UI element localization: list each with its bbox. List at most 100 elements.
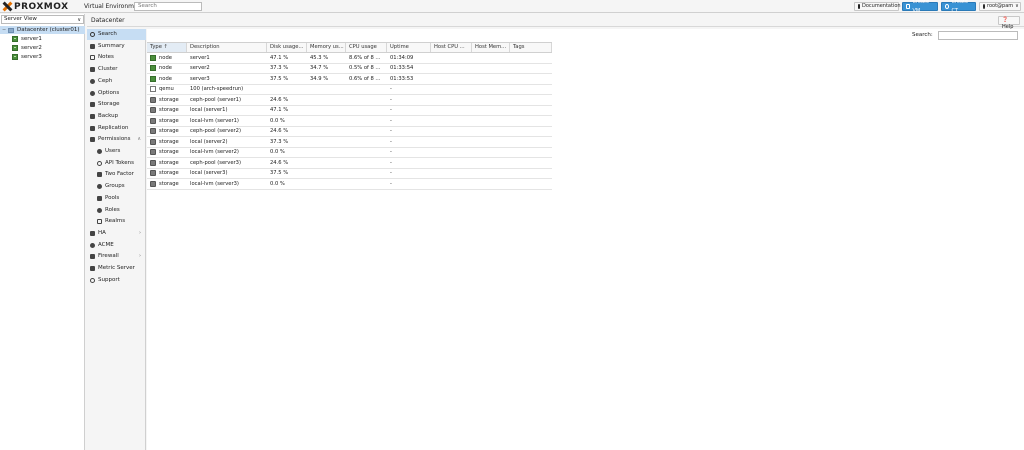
- menu-item-support[interactable]: Support: [87, 275, 146, 286]
- table-row[interactable]: node server1 47.1 % 45.3 % 8.6% of 8 ... 01:3…: [147, 53, 552, 64]
- table-row[interactable]: storage ceph-pool (server3) 24.6 % -: [147, 158, 552, 169]
- tree-item-datacenter[interactable]: − Datacenter (cluster01): [0, 26, 85, 34]
- column-header-uptime[interactable]: Uptime: [387, 43, 431, 52]
- uptime-cell: 01:33:53: [390, 75, 414, 82]
- table-row[interactable]: storage local-lvm (server3) 0.0 % -: [147, 179, 552, 190]
- menu-item-backup[interactable]: Backup: [87, 111, 146, 122]
- menu-item-api-tokens[interactable]: API Tokens: [87, 158, 146, 169]
- table-row[interactable]: storage local (server2) 37.3 % -: [147, 137, 552, 148]
- memory-usage-cell: [307, 179, 346, 189]
- disk-usage-cell: 37.3 %: [270, 138, 289, 145]
- disk-usage-cell: 47.1 %: [270, 107, 289, 114]
- menu-item-options[interactable]: Options: [87, 88, 146, 99]
- resource-search-input[interactable]: [938, 31, 1018, 40]
- documentation-label: Documentation: [862, 3, 901, 9]
- menu-item-search[interactable]: Search: [87, 29, 146, 40]
- column-header-host-cpu[interactable]: Host CPU ...: [431, 43, 472, 52]
- create-ct-button[interactable]: Create CT: [941, 0, 976, 14]
- column-header-memory-usage[interactable]: Memory us...: [307, 43, 346, 52]
- type-label: storage: [159, 117, 179, 124]
- menu-item-label: Cluster: [98, 66, 118, 73]
- column-header-tags[interactable]: Tags: [510, 43, 552, 52]
- host-memory-cell: [472, 53, 510, 63]
- search-icon: [90, 32, 95, 37]
- uptime-cell: 01:33:54: [390, 65, 414, 72]
- proxmox-x-icon: [2, 1, 13, 12]
- cluster-icon: [90, 67, 95, 73]
- chevron-down-icon: ∨: [1015, 3, 1019, 9]
- table-row[interactable]: storage local-lvm (server1) 0.0 % -: [147, 116, 552, 127]
- description-cell: ceph-pool (server2): [190, 128, 241, 135]
- column-header-cpu-usage[interactable]: CPU usage: [346, 43, 387, 52]
- tags-cell: [510, 158, 552, 168]
- menu-item-label: Roles: [105, 206, 120, 213]
- tree-item-server2[interactable]: server2: [12, 44, 82, 52]
- type-cell: storage: [147, 127, 187, 137]
- menu-item-cluster[interactable]: Cluster: [87, 64, 146, 75]
- menu-item-storage[interactable]: Storage: [87, 99, 146, 110]
- menu-item-roles[interactable]: Roles: [87, 205, 146, 216]
- cpu-usage-cell: [346, 169, 387, 179]
- menu-item-replication[interactable]: Replication: [87, 123, 146, 134]
- table-row[interactable]: storage local-lvm (server2) 0.0 % -: [147, 148, 552, 158]
- uptime-cell: 01:34:09: [390, 54, 414, 61]
- menu-item-firewall[interactable]: Firewall ›: [87, 251, 146, 262]
- table-row[interactable]: storage ceph-pool (server2) 24.6 % -: [147, 127, 552, 137]
- menu-item-groups[interactable]: Groups: [87, 181, 146, 192]
- host-memory-cell: [472, 64, 510, 74]
- ceph-icon: [90, 78, 95, 84]
- menu-item-metric-server[interactable]: Metric Server: [87, 263, 146, 274]
- menu-item-realms[interactable]: Realms: [87, 216, 146, 227]
- table-row[interactable]: storage local (server3) 37.5 % -: [147, 169, 552, 179]
- table-row[interactable]: storage ceph-pool (server1) 24.6 % -: [147, 95, 552, 106]
- column-header-type[interactable]: Type ↑: [147, 43, 187, 52]
- table-row[interactable]: node server3 37.5 % 34.9 % 0.6% of 8 ... 01:3…: [147, 74, 552, 85]
- description-cell: server1: [190, 54, 210, 61]
- menu-item-ha[interactable]: HA ›: [87, 228, 146, 239]
- user-label: root@pam: [987, 3, 1014, 9]
- bar-chart-icon: [90, 266, 95, 271]
- menu-item-two-factor[interactable]: Two Factor: [87, 169, 146, 180]
- documentation-button[interactable]: Documentation: [854, 2, 901, 11]
- menu-item-summary[interactable]: Summary: [87, 41, 146, 52]
- tree-item-server3[interactable]: server3: [12, 53, 82, 61]
- database-icon: [90, 102, 95, 108]
- host-cpu-cell: [431, 106, 472, 116]
- storage-icon: [150, 170, 156, 177]
- host-memory-cell: [472, 116, 510, 126]
- table-row[interactable]: storage local (server1) 47.1 % -: [147, 106, 552, 116]
- tags-cell: [510, 95, 552, 105]
- storage-icon: [150, 180, 156, 187]
- create-vm-button[interactable]: Create VM: [902, 0, 938, 14]
- menu-item-permissions[interactable]: Permissions ∧: [87, 134, 146, 145]
- menu-item-label: Ceph: [98, 77, 113, 84]
- grid-body: node server1 47.1 % 45.3 % 8.6% of 8 ... 01:3…: [147, 53, 552, 190]
- table-row[interactable]: node server2 37.3 % 34.7 % 0.5% of 8 ... 01:3…: [147, 64, 552, 74]
- description-cell: ceph-pool (server3): [190, 159, 241, 166]
- chevron-right-icon: ›: [139, 253, 141, 260]
- server-view-select[interactable]: Server View ∨: [1, 15, 84, 24]
- menu-item-label: HA: [98, 229, 106, 236]
- column-header-host-memory[interactable]: Host Mem...: [472, 43, 510, 52]
- menu-item-acme[interactable]: ACME: [87, 240, 146, 251]
- resource-grid: Type ↑ Description Disk usage... Memory …: [147, 42, 552, 190]
- tree-item-server1[interactable]: server1: [12, 35, 82, 43]
- gear-icon: [90, 90, 95, 96]
- tags-cell: [510, 116, 552, 126]
- tree-node-label: server3: [21, 54, 42, 60]
- global-search-input[interactable]: Search: [134, 2, 202, 11]
- type-cell: storage: [147, 158, 187, 168]
- logo-text: PROXMOX: [14, 1, 69, 12]
- column-header-description[interactable]: Description: [187, 43, 267, 52]
- proxmox-logo[interactable]: PROXMOX: [2, 1, 69, 12]
- host-cpu-cell: [431, 148, 472, 158]
- menu-item-ceph[interactable]: Ceph: [87, 76, 146, 87]
- menu-item-users[interactable]: Users: [87, 146, 146, 157]
- menu-item-label: Search: [98, 31, 117, 37]
- menu-item-pools[interactable]: Pools: [87, 193, 146, 204]
- table-row[interactable]: qemu 100 (arch-speedrun) -: [147, 85, 552, 95]
- user-menu-button[interactable]: root@pam ∨: [979, 2, 1021, 11]
- help-button[interactable]: ❓ Help: [998, 16, 1020, 30]
- column-header-disk-usage[interactable]: Disk usage...: [267, 43, 307, 52]
- menu-item-notes[interactable]: Notes: [87, 52, 146, 63]
